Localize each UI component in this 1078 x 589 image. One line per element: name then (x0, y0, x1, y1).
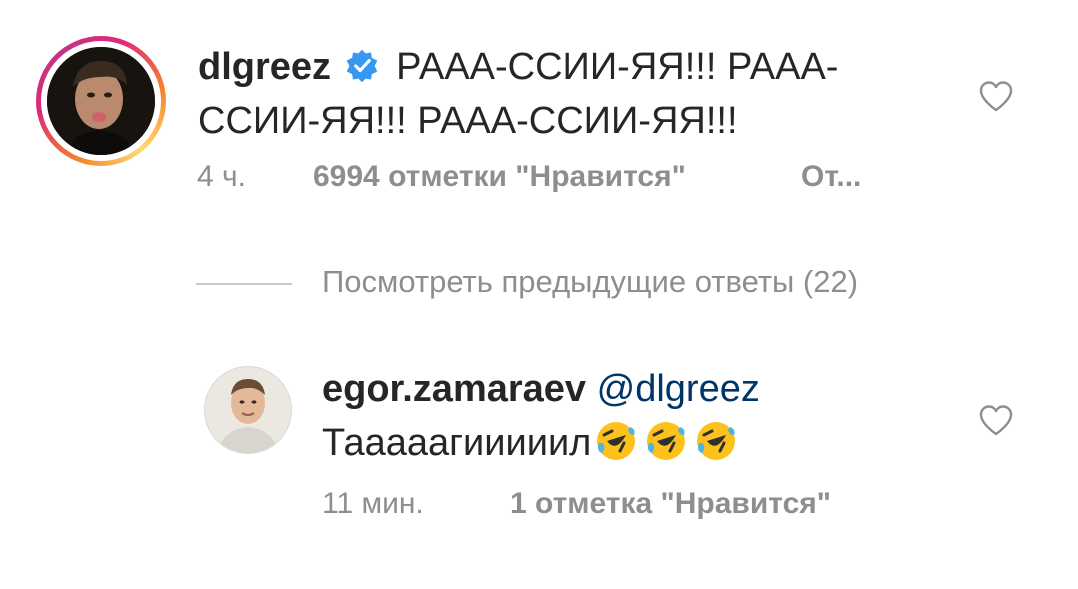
comment-username[interactable]: dlgreez (198, 46, 331, 88)
rolling-on-floor-laughing-icon (647, 421, 686, 460)
comment-time: 4 ч. (197, 160, 246, 193)
verified-badge-icon (346, 49, 377, 83)
rolling-on-floor-laughing-icon (697, 421, 736, 460)
like-heart-icon[interactable] (978, 80, 1014, 112)
comment-body: dlgreez РААА-ССИИ-ЯЯ!!! РААА-ССИИ-ЯЯ!!! … (198, 40, 898, 148)
avatar-portrait (205, 367, 291, 453)
view-previous-replies-button[interactable]: Посмотреть предыдущие ответы (22) (322, 264, 858, 300)
comments-screen: dlgreez РААА-ССИИ-ЯЯ!!! РААА-ССИИ-ЯЯ!!! … (0, 0, 1078, 589)
reply-time: 11 мин. (322, 487, 424, 520)
avatar-egor-zamaraev[interactable] (204, 366, 292, 454)
avatar-portrait (47, 47, 155, 155)
reply-likes[interactable]: 1 отметка "Нравится" (510, 487, 831, 521)
reply-username[interactable]: egor.zamaraev (322, 368, 586, 410)
reply-text: Тааааагииииил (322, 422, 592, 464)
story-avatar-dlgreez[interactable] (36, 36, 166, 166)
reply-body: egor.zamaraev @dlgreez Тааааагииииил (322, 362, 760, 470)
reply-mention[interactable]: @dlgreez (597, 368, 760, 410)
comment-likes[interactable]: 6994 отметки "Нравится" (313, 160, 686, 194)
rolling-on-floor-laughing-icon (597, 421, 636, 460)
reply-button[interactable]: От... (801, 160, 861, 194)
like-heart-icon[interactable] (978, 404, 1014, 436)
replies-divider (196, 283, 292, 285)
avatar-photo (47, 47, 155, 155)
